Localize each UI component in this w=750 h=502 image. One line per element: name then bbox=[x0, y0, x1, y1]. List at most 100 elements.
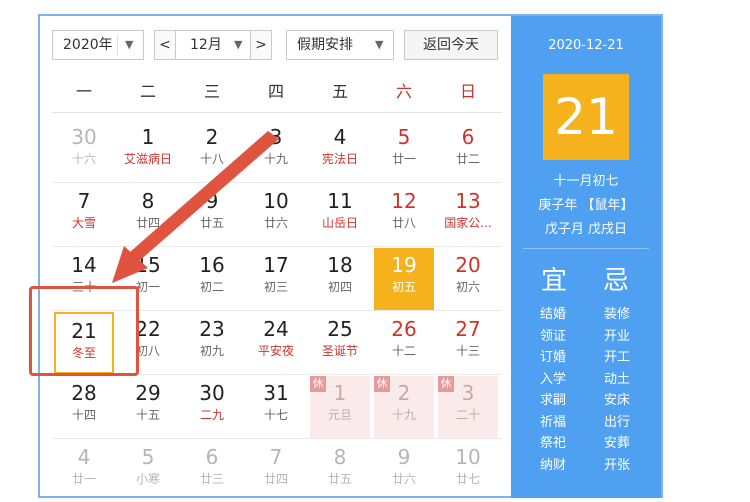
day-cell[interactable]: 休 2 十九 bbox=[374, 376, 434, 438]
lunar-label: 廿二 bbox=[455, 152, 480, 166]
day-cell[interactable]: 20 初六 bbox=[438, 248, 498, 310]
weekday-label: 一 bbox=[75, 82, 92, 101]
day-cell[interactable]: 4 廿一 bbox=[54, 440, 114, 502]
lunar-label: 廿一 bbox=[71, 472, 96, 486]
day-number: 7 bbox=[77, 189, 91, 213]
divider bbox=[52, 374, 502, 375]
day-cell[interactable]: 21 冬至 bbox=[54, 312, 114, 374]
day-cell[interactable]: 30 二九 bbox=[182, 376, 242, 438]
day-number: 17 bbox=[263, 253, 289, 277]
day-number: 20 bbox=[455, 253, 481, 277]
day-number: 21 bbox=[71, 319, 97, 343]
day-cell[interactable]: 6 廿二 bbox=[438, 120, 498, 182]
calendar-toolbar: 2020年 ▼ < 12月 ▼ > 假期安排 ▼ 返回今天 bbox=[52, 30, 502, 60]
day-cell[interactable]: 3 十九 bbox=[246, 120, 306, 182]
lunar-label: 十六 bbox=[71, 152, 96, 166]
lunar-label: 三十 bbox=[71, 280, 96, 294]
day-cell[interactable]: 27 十三 bbox=[438, 312, 498, 374]
ji-heading: 忌 bbox=[603, 266, 630, 296]
day-cell[interactable]: 13 国家公... bbox=[438, 184, 498, 246]
day-number: 1 bbox=[141, 125, 155, 149]
day-cell[interactable]: 30 十六 bbox=[54, 120, 114, 182]
day-cell[interactable]: 24 平安夜 bbox=[246, 312, 306, 374]
selected-date: 2020-12-21 bbox=[548, 38, 624, 53]
lunar-label: 冬至 bbox=[71, 346, 96, 360]
day-cell[interactable]: 26 十二 bbox=[374, 312, 434, 374]
day-number: 13 bbox=[455, 189, 481, 213]
day-cell[interactable]: 28 十四 bbox=[54, 376, 114, 438]
weekday-header: 一二三四五六日 bbox=[52, 78, 502, 108]
day-cell[interactable]: 8 廿四 bbox=[118, 184, 178, 246]
ji-item: 安床 bbox=[603, 393, 630, 408]
weekday-label: 二 bbox=[139, 82, 156, 101]
lunar-label: 小寒 bbox=[135, 472, 160, 486]
day-cell[interactable]: 25 圣诞节 bbox=[310, 312, 370, 374]
day-number: 9 bbox=[397, 445, 411, 469]
lunar-label: 二十 bbox=[455, 408, 480, 422]
day-cell[interactable]: 5 小寒 bbox=[118, 440, 178, 502]
day-cell[interactable]: 休 1 元旦 bbox=[310, 376, 370, 438]
day-cell[interactable]: 休 3 二十 bbox=[438, 376, 498, 438]
day-cell[interactable]: 16 初二 bbox=[182, 248, 242, 310]
day-cell[interactable]: 15 初一 bbox=[118, 248, 178, 310]
day-cell[interactable]: 9 廿六 bbox=[374, 440, 434, 502]
lunar-label: 廿七 bbox=[455, 472, 480, 486]
day-number: 24 bbox=[263, 317, 289, 341]
calendar-grid: 30 十六 1 艾滋病日 2 十八 3 十九 4 宪法日 5 廿一 6 廿二 7 大雪 8 廿四 9 廿五 10 廿六 11… bbox=[52, 120, 502, 500]
day-detail-panel: 2020-12-21 21 十一月初七 庚子年 【鼠年】 戊子月 戊戌日 宜 忌… bbox=[511, 16, 661, 498]
prev-month-button[interactable]: < bbox=[154, 30, 176, 60]
day-cell[interactable]: 11 山岳日 bbox=[310, 184, 370, 246]
lunar-label: 十九 bbox=[391, 408, 416, 422]
weekday-label: 五 bbox=[331, 82, 348, 101]
next-month-button[interactable]: > bbox=[250, 30, 272, 60]
yi-item: 祭祀 bbox=[539, 436, 566, 451]
lunar-label: 元旦 bbox=[327, 408, 352, 422]
day-cell[interactable]: 7 大雪 bbox=[54, 184, 114, 246]
day-cell[interactable]: 10 廿六 bbox=[246, 184, 306, 246]
month-select[interactable]: 12月 ▼ bbox=[176, 30, 250, 60]
day-cell[interactable]: 31 十七 bbox=[246, 376, 306, 438]
day-cell[interactable]: 17 初三 bbox=[246, 248, 306, 310]
year-select[interactable]: 2020年 ▼ bbox=[52, 30, 144, 60]
day-cell[interactable]: 29 十五 bbox=[118, 376, 178, 438]
divider bbox=[52, 182, 502, 183]
day-cell[interactable]: 23 初九 bbox=[182, 312, 242, 374]
divider bbox=[523, 248, 649, 249]
day-number: 4 bbox=[333, 125, 347, 149]
lunar-label: 二九 bbox=[199, 408, 224, 422]
ji-list: 装修 开业 开工 动土 安床 出行 安葬 开张 bbox=[597, 304, 637, 476]
back-to-today-button[interactable]: 返回今天 bbox=[404, 30, 498, 60]
ji-item: 出行 bbox=[603, 414, 630, 430]
lunar-label: 艾滋病日 bbox=[123, 152, 172, 166]
chevron-down-icon: ▼ bbox=[375, 38, 384, 51]
ji-item: 开业 bbox=[603, 328, 630, 344]
yi-item: 入学 bbox=[539, 371, 566, 387]
day-cell[interactable]: 4 宪法日 bbox=[310, 120, 370, 182]
lunar-label: 国家公... bbox=[444, 216, 492, 230]
day-cell[interactable]: 10 廿七 bbox=[438, 440, 498, 502]
day-cell[interactable]: 22 初八 bbox=[118, 312, 178, 374]
rest-day-badge: 休 bbox=[438, 376, 454, 392]
day-cell[interactable]: 6 廿三 bbox=[182, 440, 242, 502]
lunar-label: 十九 bbox=[263, 152, 288, 166]
day-cell[interactable]: 9 廿五 bbox=[182, 184, 242, 246]
yi-heading: 宜 bbox=[541, 266, 568, 296]
day-cell[interactable]: 19 初五 bbox=[374, 248, 434, 310]
lunar-label: 初六 bbox=[455, 280, 480, 294]
day-cell[interactable]: 18 初四 bbox=[310, 248, 370, 310]
lunar-label: 初一 bbox=[135, 280, 160, 294]
day-cell[interactable]: 7 廿四 bbox=[246, 440, 306, 502]
day-number: 6 bbox=[461, 125, 475, 149]
chevron-down-icon: ▼ bbox=[125, 38, 134, 51]
divider bbox=[117, 35, 118, 55]
day-cell[interactable]: 1 艾滋病日 bbox=[118, 120, 178, 182]
day-cell[interactable]: 12 廿八 bbox=[374, 184, 434, 246]
day-cell[interactable]: 8 廿五 bbox=[310, 440, 370, 502]
day-number: 25 bbox=[327, 317, 353, 341]
holiday-select[interactable]: 假期安排 ▼ bbox=[286, 30, 394, 60]
day-cell[interactable]: 14 三十 bbox=[54, 248, 114, 310]
day-cell[interactable]: 2 十八 bbox=[182, 120, 242, 182]
lunar-label: 初三 bbox=[263, 280, 288, 294]
day-cell[interactable]: 5 廿一 bbox=[374, 120, 434, 182]
rest-day-badge: 休 bbox=[374, 376, 390, 392]
